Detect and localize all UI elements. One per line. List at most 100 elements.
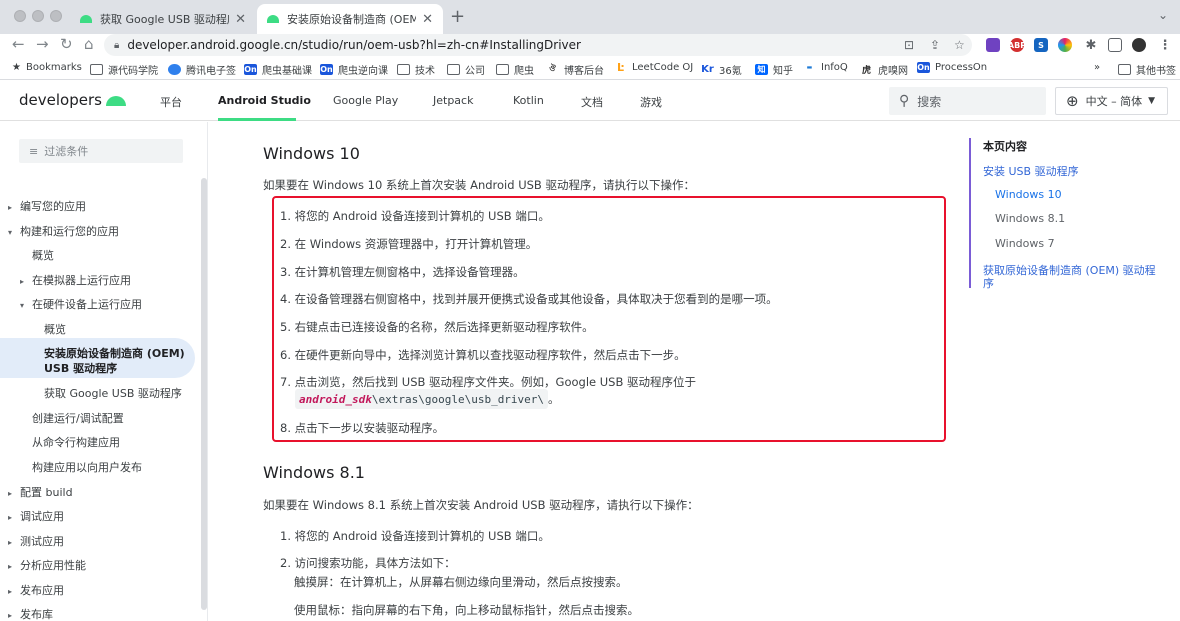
sidebar-item-overview[interactable]: 概览 — [32, 247, 54, 263]
win10-step-3: 3. 在计算机管理左侧窗格中，选择设备管理器。 — [280, 265, 525, 279]
toc-item-get-oem-driver-cont[interactable]: 序 — [983, 275, 994, 291]
bookmark-item[interactable]: ঔ 博客后台 — [546, 62, 604, 77]
nav-android-studio[interactable]: Android Studio — [218, 94, 311, 107]
bookmark-item[interactable]: 技术 — [397, 62, 435, 77]
home-icon[interactable]: ⌂ — [84, 35, 94, 53]
address-bar[interactable]: 🔒︎ developer.android.google.cn/studio/ru… — [104, 34, 972, 56]
toc-item-install-usb[interactable]: 安装 USB 驱动程序 — [983, 163, 1079, 179]
nav-games[interactable]: 游戏 — [640, 94, 662, 110]
bookmark-item[interactable]: On 爬虫基础课 — [244, 62, 312, 77]
bookmark-label: 36氪 — [719, 66, 742, 77]
language-selector[interactable]: ⊕ 中文 – 简体 ▼ — [1055, 87, 1168, 115]
bookmark-item[interactable]: On ProcessOn — [917, 62, 987, 73]
sidebar-item-hardware-overview[interactable]: 概览 — [44, 321, 66, 337]
new-tab-button[interactable]: + — [450, 6, 465, 27]
win10-step-5: 5. 右键点击已连接设备的名称，然后选择更新驱动程序软件。 — [280, 320, 594, 334]
sidebar-item-build-release[interactable]: 构建应用以向用户发布 — [32, 459, 142, 475]
filter-input[interactable]: ≡ 过滤条件 — [19, 139, 183, 163]
bookmark-item[interactable]: 知知乎 — [755, 62, 793, 77]
win10-step-7: 7. 点击浏览，然后找到 USB 驱动程序文件夹。例如，Google USB 驱… — [280, 375, 697, 389]
bookmark-item[interactable]: 腾讯电子签 — [168, 62, 236, 77]
bookmarks-overflow-button[interactable]: » — [1094, 62, 1100, 73]
win10-step-8: 8. 点击下一步以安装驱动程序。 — [280, 421, 445, 435]
bookmark-item[interactable]: 爬虫 — [496, 62, 534, 77]
sidebar-item-run-emulator[interactable]: ▸ 在模拟器上运行应用 — [20, 272, 131, 288]
extension-translate-icon[interactable] — [986, 38, 1000, 52]
sidebar-item-label: 编写您的应用 — [20, 200, 86, 213]
extension-s-icon[interactable]: S — [1034, 38, 1048, 52]
back-icon[interactable]: ← — [12, 35, 25, 53]
tab-get-google-usb-driver[interactable]: 获取 Google USB 驱动程序 | Ar ✕ — [70, 4, 256, 34]
toc-item-windows-10[interactable]: Windows 10 — [995, 188, 1062, 201]
bookmark-item[interactable]: Kr 36氪 — [701, 62, 742, 77]
huxiu-icon: 虎 — [861, 66, 871, 76]
sidebar-item-get-google-usb[interactable]: 获取 Google USB 驱动程序 — [44, 385, 182, 401]
share-icon[interactable]: ⇪ — [930, 38, 940, 52]
left-sidebar: ≡ 过滤条件 ▸ 编写您的应用 ▾ 构建和运行您的应用 概览 ▸ 在模拟器上运行应用 … — [0, 122, 208, 621]
expand-arrow-icon: ▸ — [8, 513, 13, 522]
menu-kebab-icon[interactable]: ⋮ — [1158, 38, 1172, 53]
profile-avatar[interactable] — [1132, 38, 1146, 52]
other-bookmarks[interactable]: 其他书签 — [1118, 62, 1176, 77]
sidebar-item-build-run[interactable]: ▾ 构建和运行您的应用 — [8, 223, 119, 239]
sidebar-scrollbar[interactable] — [201, 178, 207, 610]
toc-item-windows-8-1[interactable]: Windows 8.1 — [995, 212, 1065, 225]
close-tab-icon[interactable]: ✕ — [235, 12, 246, 27]
side-panel-icon[interactable] — [1108, 38, 1122, 52]
sidebar-item-run-debug-config[interactable]: 创建运行/调试配置 — [32, 410, 124, 426]
tab-search-button[interactable]: ⌄ — [1158, 8, 1168, 22]
extensions-puzzle-icon[interactable]: ✱ — [1084, 38, 1098, 53]
tab-bar: 获取 Google USB 驱动程序 | Ar ✕ 安装原始设备制造商 (OEM… — [0, 0, 1180, 34]
minimize-window-button[interactable] — [32, 10, 44, 22]
maximize-window-button[interactable] — [50, 10, 62, 22]
sidebar-item-publish-app[interactable]: ▸ 发布应用 — [8, 582, 64, 598]
sidebar-item-label: 测试应用 — [20, 535, 64, 548]
bookmark-label: 技术 — [415, 66, 435, 77]
sidebar-item-run-hardware[interactable]: ▾ 在硬件设备上运行应用 — [20, 296, 142, 312]
sidebar-item-publish-library[interactable]: ▸ 发布库 — [8, 606, 53, 621]
developers-logo[interactable]: developers — [19, 91, 126, 109]
close-window-button[interactable] — [14, 10, 26, 22]
nav-platform[interactable]: 平台 — [160, 94, 182, 110]
sidebar-item-label: 创建运行/调试配置 — [32, 412, 124, 425]
bookmark-item[interactable]: 公司 — [447, 62, 485, 77]
expand-arrow-icon: ▸ — [20, 277, 25, 286]
sidebar-item-label: 发布应用 — [20, 584, 64, 597]
toc-item-windows-7[interactable]: Windows 7 — [995, 237, 1055, 250]
forward-icon[interactable]: → — [36, 35, 49, 53]
nav-jetpack[interactable]: Jetpack — [433, 94, 473, 107]
extension-adblock-icon[interactable]: ABP — [1008, 38, 1026, 52]
nav-google-play[interactable]: Google Play — [333, 94, 398, 107]
bird-icon: ঔ — [549, 64, 556, 73]
extension-color-icon[interactable] — [1058, 38, 1072, 52]
win81-intro: 如果要在 Windows 8.1 系统上首次安装 Android USB 驱动程… — [263, 498, 699, 512]
bookmark-star-icon[interactable]: ☆ — [954, 38, 965, 52]
code-path-rest: \extras\google\usb_driver\ — [371, 392, 545, 406]
sidebar-item-configure-build[interactable]: ▸ 配置 build — [8, 484, 73, 500]
bookmark-item[interactable]: ★ Bookmarks — [12, 62, 82, 73]
win10-step-6: 6. 在硬件更新向导中，选择浏览计算机以查找驱动程序软件，然后点击下一步。 — [280, 348, 686, 362]
bookmark-item[interactable]: On 爬虫逆向课 — [320, 62, 388, 77]
toc-item-get-oem-driver[interactable]: 获取原始设备制造商 (OEM) 驱动程 — [983, 262, 1156, 278]
bookmark-label: 爬虫逆向课 — [338, 66, 388, 77]
lock-icon[interactable]: 🔒︎ — [114, 40, 119, 51]
bookmark-item[interactable]: 源代码学院 — [90, 62, 158, 77]
bookmark-label: 公司 — [465, 66, 485, 77]
nav-kotlin[interactable]: Kotlin — [513, 94, 544, 107]
tab-install-oem-usb[interactable]: 安装原始设备制造商 (OEM) USB ✕ — [257, 4, 443, 34]
sidebar-item-debug-app[interactable]: ▸ 调试应用 — [8, 508, 64, 524]
sidebar-item-test-app[interactable]: ▸ 测试应用 — [8, 533, 64, 549]
tab-title: 获取 Google USB 驱动程序 | Ar — [100, 13, 229, 26]
sidebar-item-build-cmdline[interactable]: 从命令行构建应用 — [32, 434, 120, 450]
search-input[interactable]: ⚲ 搜索 — [889, 87, 1046, 115]
close-tab-icon[interactable]: ✕ — [422, 12, 433, 27]
reload-icon[interactable]: ↻ — [60, 35, 73, 53]
bookmark-item[interactable]: 虎虎嗅网 — [860, 62, 908, 77]
bookmark-item[interactable]: ▬ InfoQ — [803, 62, 848, 73]
bookmark-item[interactable]: Ŀ LeetCode OJ — [614, 61, 693, 74]
sidebar-item-write-app[interactable]: ▸ 编写您的应用 — [8, 198, 86, 214]
install-icon[interactable]: ⊡ — [904, 38, 914, 52]
sidebar-item-label: 获取 Google USB 驱动程序 — [44, 387, 182, 400]
nav-docs[interactable]: 文档 — [581, 94, 603, 110]
sidebar-item-profile-performance[interactable]: ▸ 分析应用性能 — [8, 557, 86, 573]
